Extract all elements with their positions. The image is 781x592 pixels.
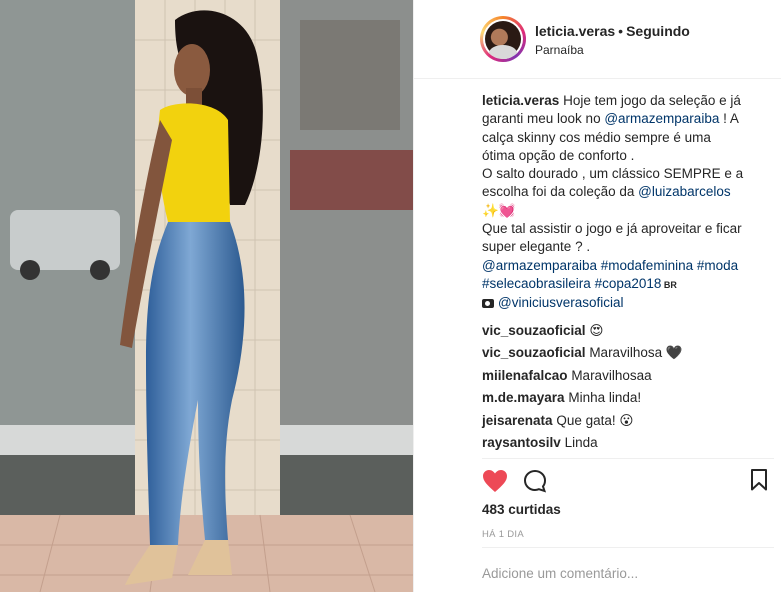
likes-count[interactable]: 483 curtidas	[482, 502, 561, 517]
comment-item: vic_souzaoficial 😍	[482, 322, 774, 345]
post-location[interactable]: Parnaíba	[535, 43, 584, 57]
heart-icon[interactable]	[482, 469, 508, 496]
add-comment-bar	[482, 547, 774, 592]
comment-username[interactable]: vic_souzaoficial	[482, 345, 586, 360]
caption-username[interactable]: leticia.veras	[482, 93, 559, 108]
hashtag-link[interactable]: #copa2018	[595, 276, 662, 291]
comment-username[interactable]: raysantosilv	[482, 435, 561, 450]
speech-bubble-icon[interactable]	[523, 469, 547, 496]
header-separator: •	[618, 23, 624, 39]
hashtag-link[interactable]: #modafeminina	[601, 258, 693, 273]
following-button[interactable]: Seguindo	[626, 23, 690, 39]
caption-text: escolha foi da coleção da	[482, 184, 639, 200]
comment-text: Que gata! 😮	[556, 412, 634, 428]
post-side-panel: leticia.veras • Seguindo Parnaíba leticia.…	[413, 0, 781, 592]
post-timestamp[interactable]: HÁ 1 DIA	[482, 529, 524, 540]
comment-text: Maravilhosaa	[571, 367, 652, 383]
action-bar	[482, 458, 774, 508]
mention-link[interactable]: @luizabarcelos	[638, 184, 731, 199]
caption-text: O salto dourado , um clássico SEMPRE e a	[482, 166, 744, 182]
comment-text: 😍	[589, 322, 604, 338]
comment-username[interactable]: m.de.mayara	[482, 390, 565, 405]
avatar-image	[483, 19, 523, 59]
post-photo[interactable]	[0, 0, 413, 592]
caption-text: Que tal assistir o jogo e já aproveitar …	[482, 221, 742, 237]
comment-username[interactable]: jeisarenata	[482, 413, 553, 428]
caption-text: calça skinny cos médio sempre é uma	[482, 129, 711, 145]
caption: leticia.veras Hoje tem jogo da seleção e…	[482, 92, 774, 313]
caption-text: ótima opção de conforto .	[482, 147, 635, 163]
post-image	[0, 0, 413, 592]
mention-link[interactable]: @armazemparaiba	[604, 111, 719, 126]
header-user-line: leticia.veras • Seguindo	[535, 23, 690, 39]
post-author-username[interactable]: leticia.veras	[535, 23, 615, 39]
comment-input[interactable]	[482, 566, 762, 581]
post-header: leticia.veras • Seguindo Parnaíba	[414, 0, 781, 79]
hashtag-link[interactable]: #selecaobrasileira	[482, 276, 591, 291]
mention-link[interactable]: @viniciusverasoficial	[498, 295, 624, 310]
caption-emoji: ✨💓	[482, 202, 516, 218]
caption-text: Hoje tem jogo da seleção e já	[559, 93, 741, 108]
mention-link[interactable]: @armazemparaiba	[482, 258, 597, 273]
comment-text: Minha linda!	[568, 390, 642, 406]
avatar[interactable]	[480, 16, 526, 62]
comment-item: jeisarenata Que gata! 😮	[482, 412, 774, 435]
caption-text: garanti meu look no	[482, 111, 605, 127]
comment-item: raysantosilv Linda	[482, 434, 774, 457]
comment-text: Linda	[564, 435, 598, 451]
hashtag-link[interactable]: #moda	[697, 258, 738, 273]
comment-item: miilenafalcao Maravilhosaa	[482, 367, 774, 390]
camera-icon	[482, 299, 494, 309]
caption-text: ! A	[719, 111, 739, 127]
comment-text: Maravilhosa 🖤	[589, 345, 683, 361]
comment-item: vic_souzaoficial Maravilhosa 🖤	[482, 344, 774, 367]
comment-item: m.de.mayara Minha linda!	[482, 389, 774, 412]
caption-text: super elegante ? .	[482, 239, 591, 255]
comment-username[interactable]: miilenafalcao	[482, 368, 568, 383]
bookmark-icon[interactable]	[750, 469, 768, 494]
comment-username[interactable]: vic_souzaoficial	[482, 323, 586, 338]
country-code: BR	[661, 279, 677, 290]
comments-list: leticia.veras Hoje tem jogo da seleção e…	[482, 92, 774, 457]
avatar-shirt	[489, 45, 517, 59]
